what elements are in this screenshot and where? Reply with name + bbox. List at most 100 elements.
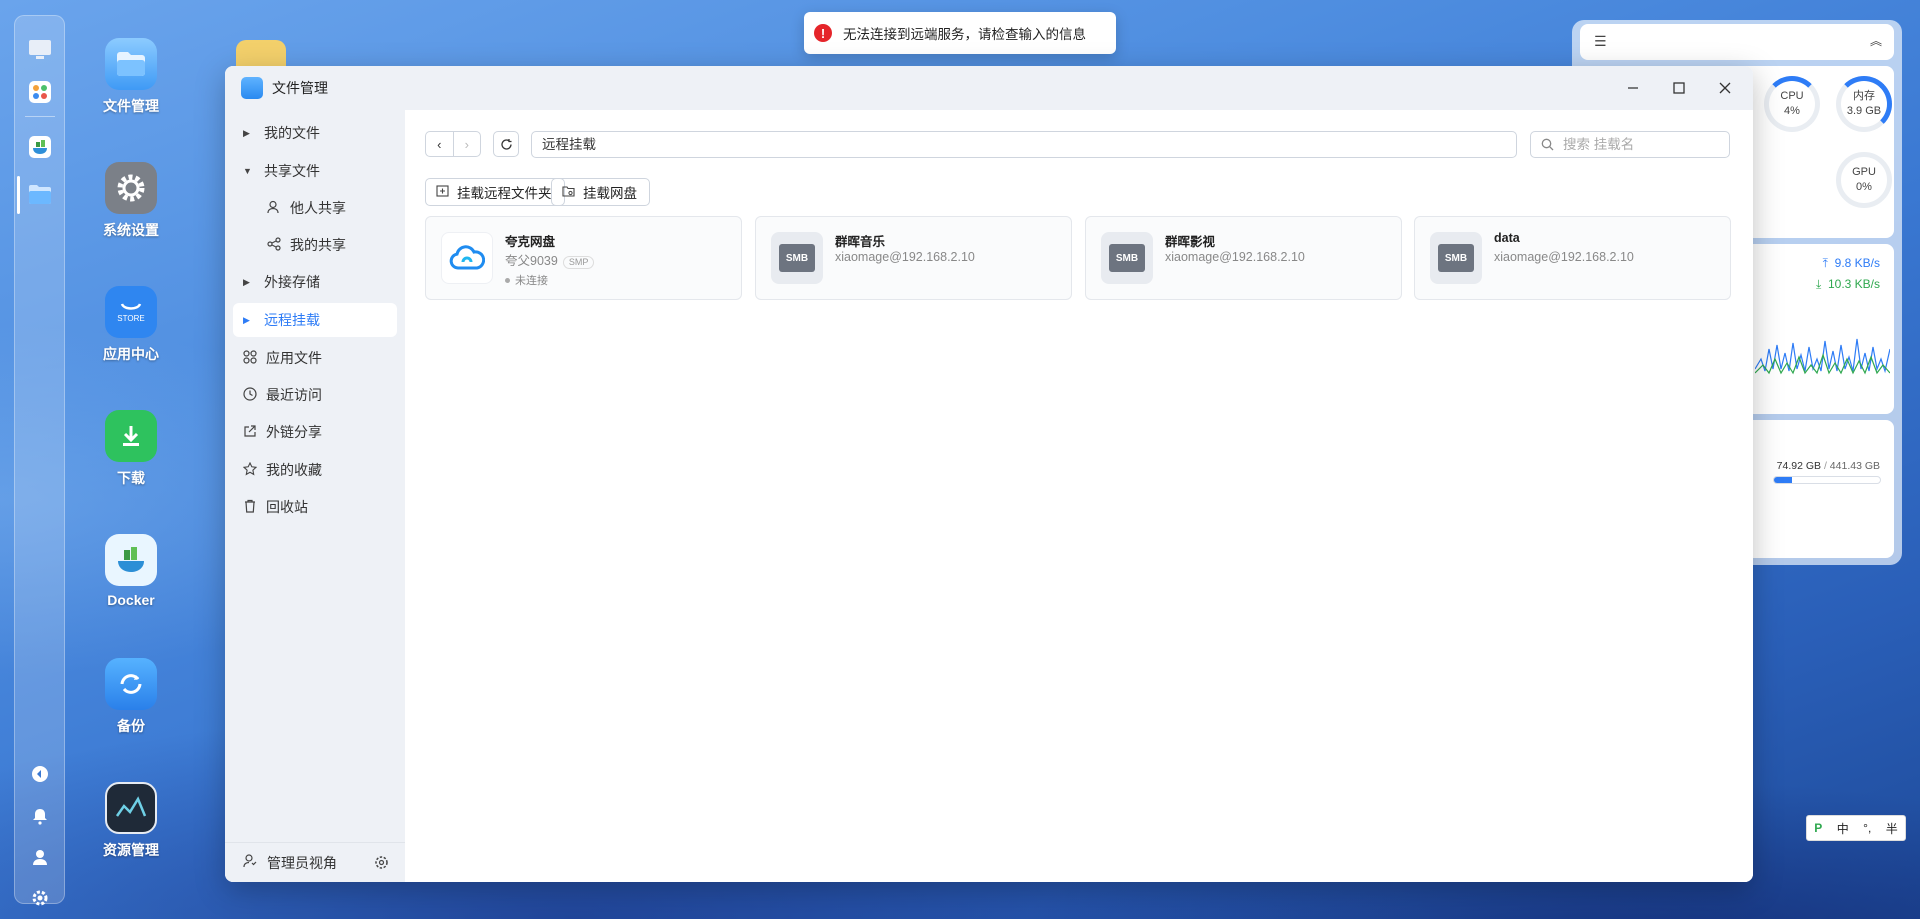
settings-icon[interactable] [374,855,389,873]
sidebar-item-external-storage[interactable]: ▶ 外接存储 [233,265,397,299]
sidebar-item-label: 回收站 [266,499,308,515]
expand-arrow-icon[interactable]: ▶ [243,315,257,326]
error-toast: ! 无法连接到远端服务，请检查输入的信息 [804,12,1116,54]
maximize-button[interactable] [1667,76,1691,100]
search-input[interactable]: 搜索 挂载名 [1530,131,1730,158]
sidebar-item-my-shares[interactable]: 我的共享 [233,228,397,262]
external-share-icon [241,424,259,441]
settings-gear-icon [105,162,157,214]
app-grid-icon[interactable] [26,78,54,106]
file-manager-window: 文件管理 ▶ 我的文件 ▼ 共享文件 他人共享 我的共享 ▶ 外接存储 ▶ 远程… [225,66,1753,882]
forward-button[interactable]: › [452,132,481,156]
sidebar-item-my-files[interactable]: ▶ 我的文件 [233,116,397,150]
mount-name: 群晖音乐 [835,235,886,249]
desktop-label: 系统设置 [103,222,159,238]
add-folder-icon [436,184,449,200]
sidebar-item-shared-files[interactable]: ▼ 共享文件 [233,154,397,188]
mount-netdisk-button[interactable]: 挂载网盘 [551,178,650,206]
window-title: 文件管理 [272,80,328,96]
mount-card-synology-video[interactable]: SMB 群晖影视 xiaomage@192.168.2.10 [1085,216,1402,300]
collapse-arrow-icon[interactable]: ▼ [243,166,257,176]
download-rate: ⤓ 10.3 KB/s [1815,277,1880,291]
sidebar-item-recent[interactable]: 最近访问 [233,378,397,412]
file-manager-app-icon [241,77,263,99]
collapse-icon[interactable]: ︽ [1870,32,1882,49]
status-dot [505,277,510,283]
sidebar-item-app-files[interactable]: 应用文件 [233,341,397,375]
user-icon[interactable] [26,843,54,871]
sidebar-item-external-link-share[interactable]: 外链分享 [233,415,397,449]
refresh-button[interactable] [493,131,519,157]
mount-card-quark[interactable]: 夸克网盘 夸父9039 SMP 未连接 [425,216,742,300]
network-icon[interactable] [26,760,54,788]
desktop-download[interactable]: 下载 [76,410,186,488]
mount-remote-folder-button[interactable]: 挂载远程文件夹 [425,178,565,206]
network-sparkline [1755,338,1890,375]
expand-arrow-icon[interactable]: ▶ [243,277,257,288]
cpu-value: 4% [1784,105,1800,117]
mount-card-data[interactable]: SMB data xiaomage@192.168.2.10 [1414,216,1731,300]
close-button[interactable] [1713,76,1737,100]
expand-arrow-icon[interactable]: ▶ [243,128,257,139]
monitor-chart-icon [105,782,157,834]
sidebar-item-trash[interactable]: 回收站 [233,490,397,524]
docker-dock-icon[interactable] [26,133,54,161]
desktop-label: 备份 [117,718,145,734]
cpu-ring: CPU 4% [1764,76,1820,132]
partial-desktop-icon [236,40,286,66]
storage-bar [1773,476,1881,484]
mount-account: 夸父9039 SMP [505,250,595,269]
sidebar-footer: 管理员视角 [225,842,405,882]
active-indicator [17,176,20,214]
toast-message: 无法连接到远端服务，请检查输入的信息 [843,27,1086,42]
smb-icon: SMB [771,232,823,284]
store-text: STORE [117,313,145,323]
upload-rate: ⤒ 9.8 KB/s [1822,256,1880,270]
sidebar-item-label: 我的收藏 [266,462,322,478]
file-manager-dock-icon[interactable] [26,180,54,208]
desktop-docker[interactable]: Docker [76,534,186,608]
sidebar-item-favorites[interactable]: 我的收藏 [233,453,397,487]
admin-view-toggle[interactable]: 管理员视角 [267,853,337,873]
mount-card-synology-music[interactable]: SMB 群晖音乐 xiaomage@192.168.2.10 [755,216,1072,300]
refresh-icon [500,138,512,150]
memory-ring: 内存 3.9 GB [1836,76,1892,132]
admin-user-icon [243,854,261,871]
mount-address: xiaomage@192.168.2.10 [835,250,975,264]
ime-toolbar[interactable]: P 中 °, 半 [1806,815,1906,841]
sidebar-item-label: 外接存储 [264,274,320,290]
download-icon [105,410,157,462]
window-titlebar[interactable]: 文件管理 [225,66,1753,110]
sidebar-item-label: 共享文件 [264,163,320,179]
desktop-label: 下载 [117,470,145,486]
sidebar-item-remote-mount[interactable]: ▶ 远程挂载 [233,303,397,337]
desktop-icon[interactable] [26,36,54,64]
connection-status: 未连接 [505,272,548,288]
ime-width[interactable]: 半 [1886,820,1898,837]
bell-icon[interactable] [26,802,54,830]
search-placeholder: 搜索 挂载名 [1563,137,1635,152]
minimize-button[interactable] [1621,76,1645,100]
desktop-label: 资源管理 [103,842,159,858]
ime-mode[interactable]: 中 [1837,820,1849,837]
gear-icon[interactable] [26,884,54,912]
back-button[interactable]: ‹ [426,132,453,156]
desktop-system-settings[interactable]: 系统设置 [76,162,186,240]
path-bar[interactable]: 远程挂载 [531,131,1517,158]
desktop-file-manager[interactable]: 文件管理 [76,38,186,116]
sidebar-item-shared-by-others[interactable]: 他人共享 [233,191,397,225]
clock-icon [241,386,259,404]
cloud-icon [441,232,493,284]
storage-bar-fill [1774,477,1793,483]
main-content: ‹ › 远程挂载 搜索 挂载名 挂载远程文件夹 挂载网盘 夸克网盘 夸父9039… [405,110,1753,882]
desktop-resource-monitor[interactable]: 资源管理 [76,782,186,860]
ime-logo: P [1814,821,1823,835]
sidebar-item-label: 远程挂载 [264,312,320,328]
desktop-backup[interactable]: 备份 [76,658,186,736]
desktop-app-center[interactable]: STORE 应用中心 [76,286,186,364]
button-label: 挂载网盘 [583,186,637,201]
sidebar-item-label: 外链分享 [266,424,322,440]
ime-punct[interactable]: °, [1863,821,1871,835]
widget-settings-icon[interactable]: ☰ [1594,33,1607,50]
gpu-label: GPU [1852,166,1876,178]
